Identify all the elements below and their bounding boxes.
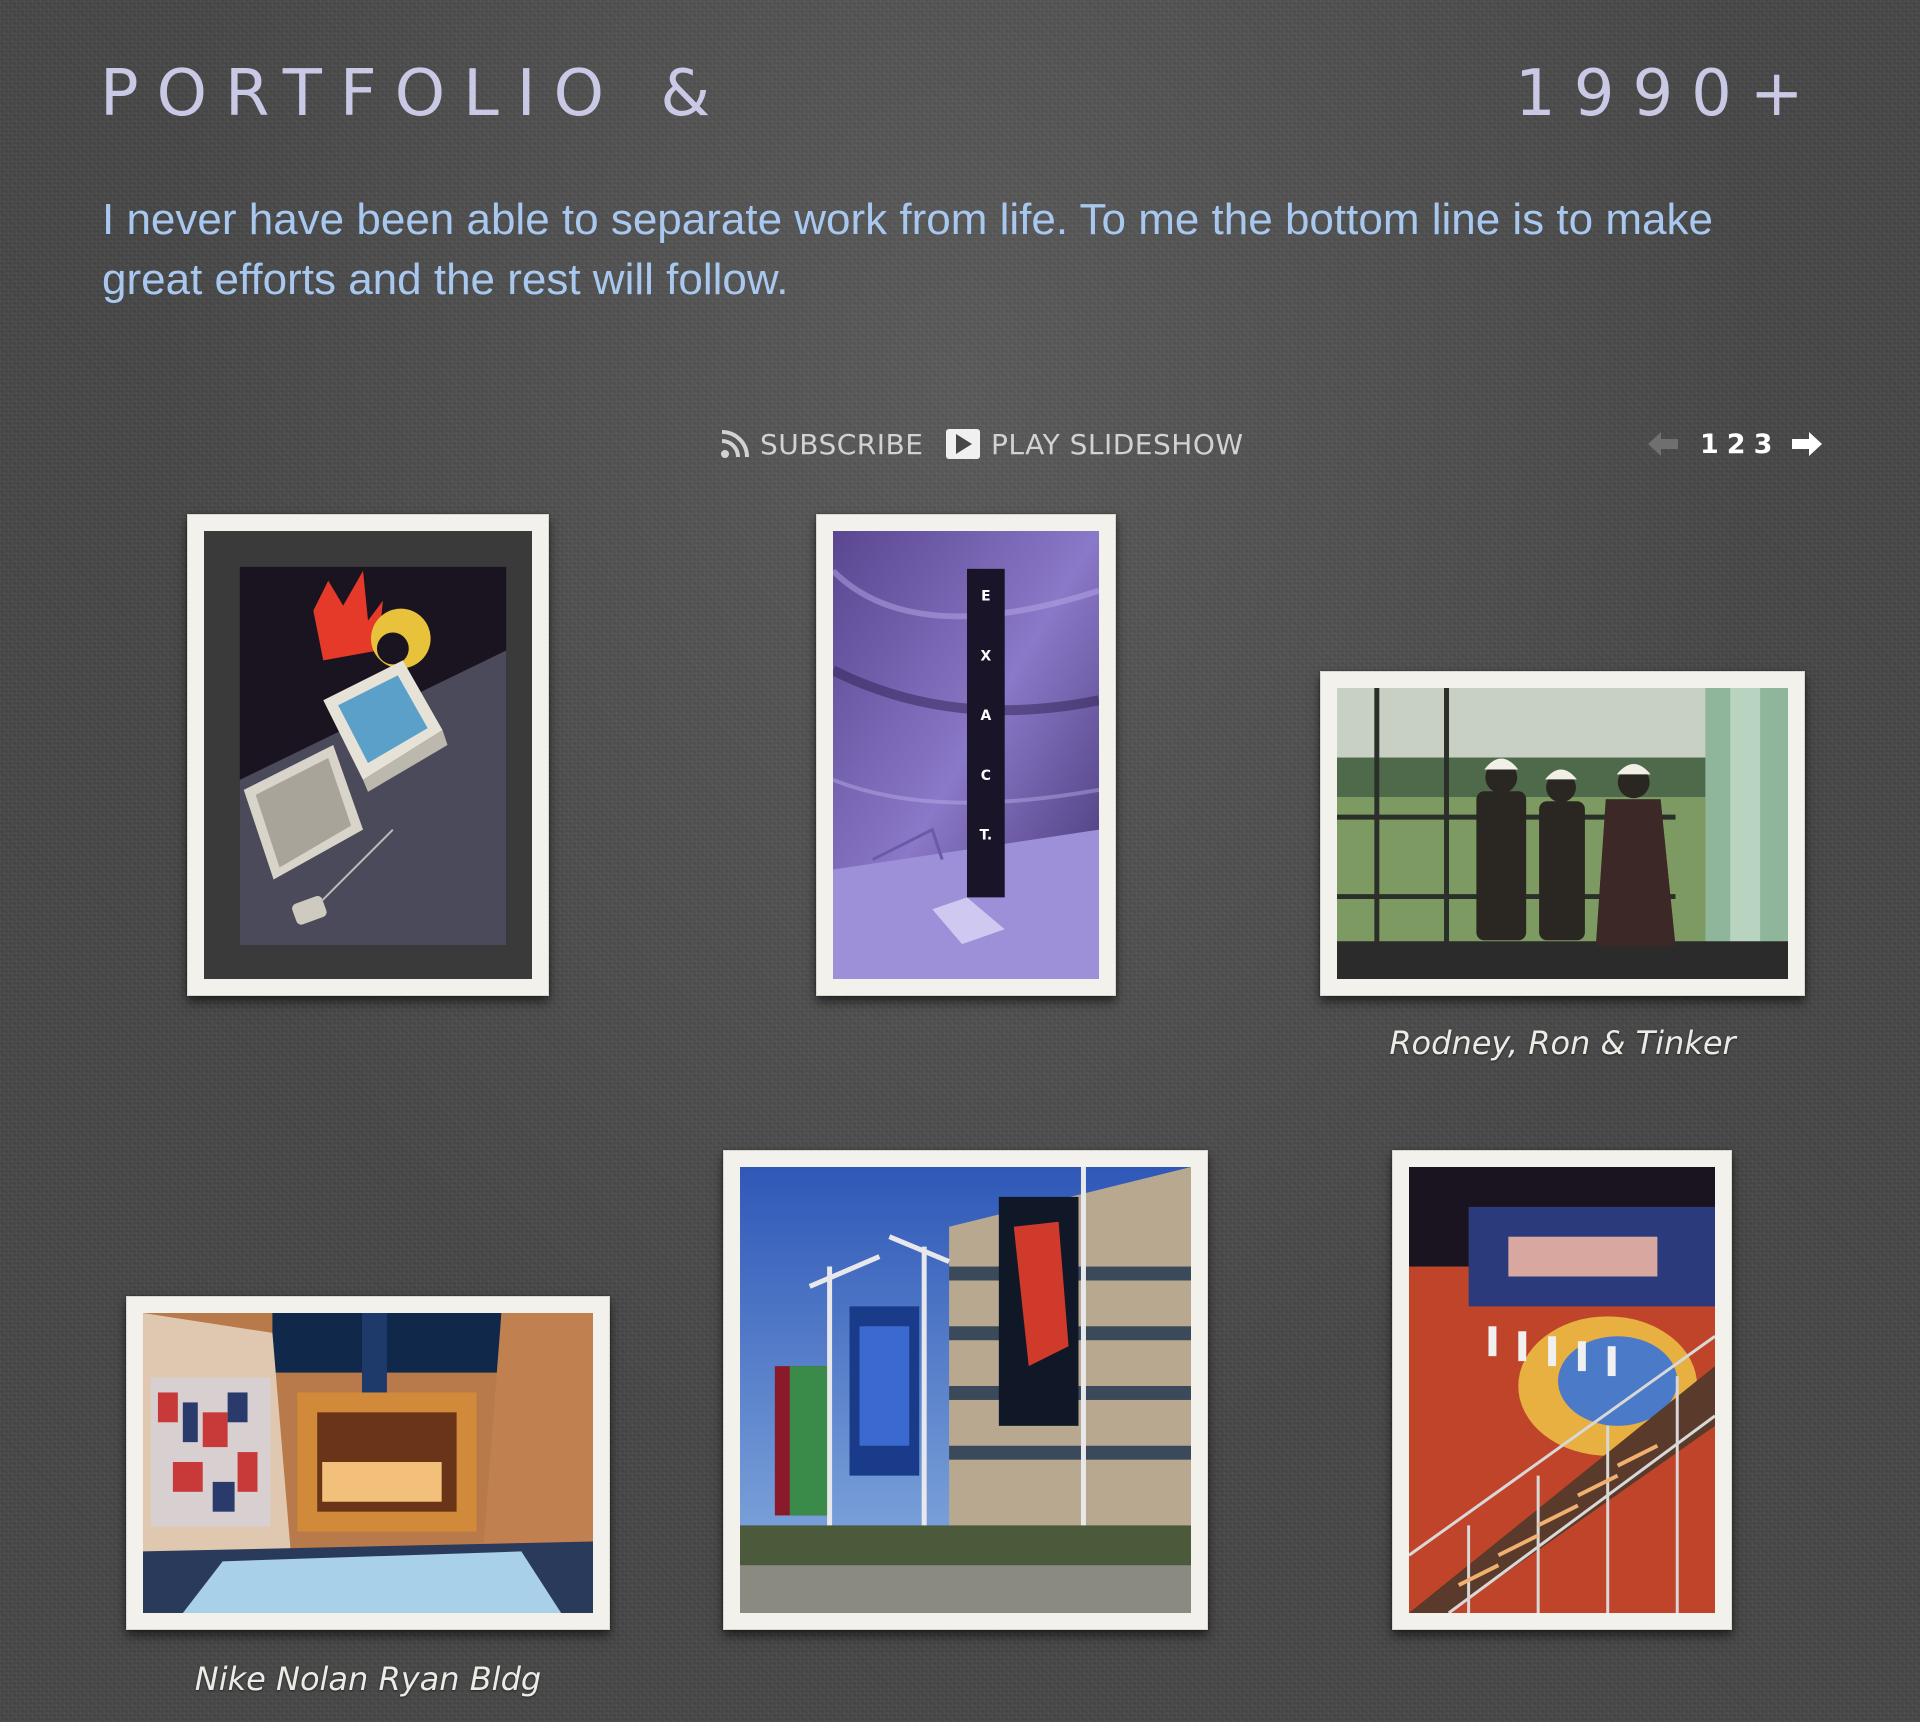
photo-caption: Rodney, Ron & Tinker bbox=[1389, 1024, 1736, 1062]
subscribe-button[interactable]: SUBSCRIBE bbox=[720, 424, 923, 464]
exact-letter-a: A bbox=[980, 708, 991, 724]
exact-letter-e: E bbox=[981, 589, 990, 605]
photo-thumbnail-stairs[interactable] bbox=[1392, 1150, 1732, 1630]
photo-exact-image: E X A C T. bbox=[833, 531, 1099, 979]
rss-icon bbox=[721, 430, 749, 458]
photo-computer-image bbox=[204, 531, 532, 979]
page-title: PORTFOLIO & bbox=[100, 57, 729, 131]
exact-letter-t: T. bbox=[980, 828, 993, 844]
arrow-left-icon bbox=[1648, 432, 1678, 456]
exact-letter-x: X bbox=[980, 648, 991, 664]
photo-nike-nolan-ryan-bldg-image bbox=[143, 1313, 593, 1613]
page-link-2[interactable]: 2 bbox=[1727, 429, 1746, 460]
photo-thumbnail-computer[interactable] bbox=[187, 514, 549, 996]
subscribe-label: SUBSCRIBE bbox=[760, 427, 924, 461]
photo-banners-image bbox=[740, 1167, 1191, 1613]
photo-thumbnail-exact[interactable]: E X A C T. bbox=[816, 514, 1116, 996]
arrow-right-icon bbox=[1792, 432, 1823, 456]
intro-text: I never have been able to separate work … bbox=[102, 195, 1713, 304]
photo-stairs-image bbox=[1409, 1167, 1715, 1613]
photo-caption: Nike Nolan Ryan Bldg bbox=[194, 1660, 542, 1698]
photo-rodney-ron-tinker-image bbox=[1337, 688, 1788, 979]
exact-letter-c: C bbox=[981, 768, 991, 784]
play-slideshow-button[interactable]: PLAY SLIDESHOW bbox=[945, 424, 1244, 464]
pagination: 1 2 3 bbox=[1648, 424, 1823, 464]
previous-page-button[interactable] bbox=[1648, 431, 1678, 457]
page-year: 1990+ bbox=[1515, 57, 1822, 131]
photo-thumbnail-banners[interactable] bbox=[723, 1150, 1208, 1630]
photo-thumbnail-rodney-ron-tinker[interactable] bbox=[1320, 671, 1805, 996]
photo-thumbnail-nike-nolan-ryan-bldg[interactable] bbox=[126, 1296, 610, 1630]
slideshow-label: PLAY SLIDESHOW bbox=[991, 427, 1244, 461]
next-page-button[interactable] bbox=[1792, 431, 1823, 457]
page-link-3[interactable]: 3 bbox=[1754, 429, 1773, 460]
play-icon bbox=[946, 429, 980, 459]
page-link-1[interactable]: 1 bbox=[1700, 429, 1719, 460]
